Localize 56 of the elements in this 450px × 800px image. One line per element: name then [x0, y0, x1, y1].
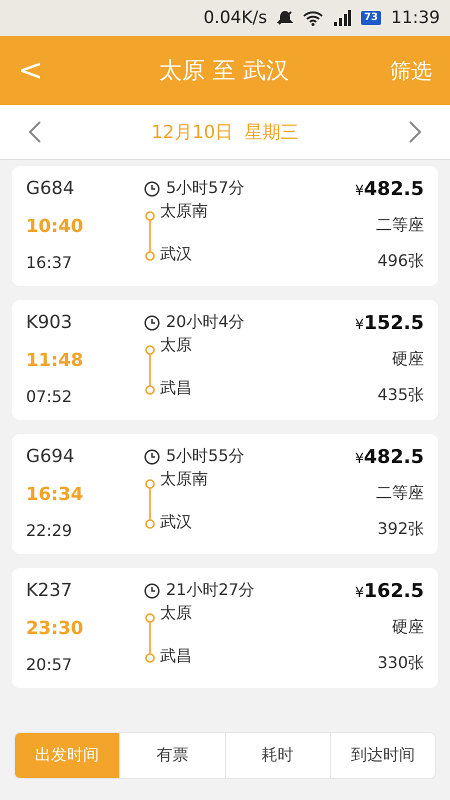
train-number: G694	[26, 446, 76, 467]
train-card[interactable]: G694 16:34 22:29 5小时55分 太原南 武汉 ¥482.5 二等座 392张	[12, 434, 438, 554]
arrival-station: 武昌	[160, 646, 192, 667]
tickets-left: 435张	[377, 385, 424, 406]
travel-duration: 5小时57分	[166, 178, 245, 199]
bell-muted-icon	[277, 10, 294, 26]
seat-class: 二等座	[376, 215, 424, 236]
clock-icon	[144, 180, 160, 196]
clock-icon	[144, 314, 160, 330]
arrival-station: 武汉	[160, 512, 193, 533]
departure-time: 10:40	[26, 216, 84, 236]
seat-class: 二等座	[376, 483, 424, 504]
train-card[interactable]: K237 23:30 20:57 21小时27分 太原 武昌 ¥162.5 硬座 330张	[12, 568, 438, 688]
travel-duration: 20小时4分	[166, 312, 245, 333]
clock-time: 11:39	[391, 8, 440, 28]
train-card[interactable]: K903 11:48 07:52 20小时4分 太原 武昌 ¥152.5 硬座 435张	[12, 300, 438, 420]
tickets-left: 330张	[377, 653, 424, 674]
arrival-station: 武昌	[160, 378, 192, 399]
arrival-time: 07:52	[26, 387, 74, 406]
travel-date: 12月10日 星期三	[151, 121, 299, 144]
departure-station: 太原	[160, 335, 192, 356]
sort-tab[interactable]: 到达时间	[330, 733, 435, 778]
departure-time: 16:34	[26, 484, 84, 504]
wifi-icon	[303, 10, 324, 26]
departure-time: 11:48	[26, 350, 84, 370]
route-line-icon	[144, 211, 158, 261]
train-card[interactable]: G684 10:40 16:37 5小时57分 太原南 武汉 ¥482.5 二等座 496张	[12, 166, 438, 286]
seat-class: 硬座	[392, 349, 424, 370]
ticket-price: ¥152.5	[354, 312, 424, 334]
arrival-time: 20:57	[26, 655, 74, 674]
network-speed: 0.04K/s	[203, 8, 268, 28]
train-number: G684	[26, 178, 76, 199]
seat-class: 硬座	[392, 617, 424, 638]
departure-station: 太原	[160, 603, 192, 624]
previous-day-button[interactable]	[28, 120, 42, 144]
train-number: K903	[26, 312, 74, 333]
travel-duration: 5小时55分	[166, 446, 245, 467]
tickets-left: 496张	[377, 251, 424, 272]
travel-duration: 21小时27分	[166, 580, 255, 601]
battery-level: 73	[361, 11, 381, 25]
signal-icon	[333, 10, 352, 26]
train-number: K237	[26, 580, 74, 601]
route-title: 太原 至 武汉	[158, 57, 290, 86]
arrival-time: 22:29	[26, 521, 74, 540]
departure-station: 太原南	[160, 201, 208, 222]
ticket-price: ¥162.5	[354, 580, 424, 602]
arrival-time: 16:37	[26, 253, 74, 272]
clock-icon	[144, 448, 160, 464]
next-day-button[interactable]	[408, 120, 422, 144]
ticket-price: ¥482.5	[354, 178, 424, 200]
tickets-left: 392张	[377, 519, 424, 540]
ticket-price: ¥482.5	[354, 446, 424, 468]
clock-icon	[144, 582, 160, 598]
departure-station: 太原南	[160, 469, 208, 490]
arrival-station: 武汉	[160, 244, 193, 265]
departure-time: 23:30	[26, 618, 84, 638]
